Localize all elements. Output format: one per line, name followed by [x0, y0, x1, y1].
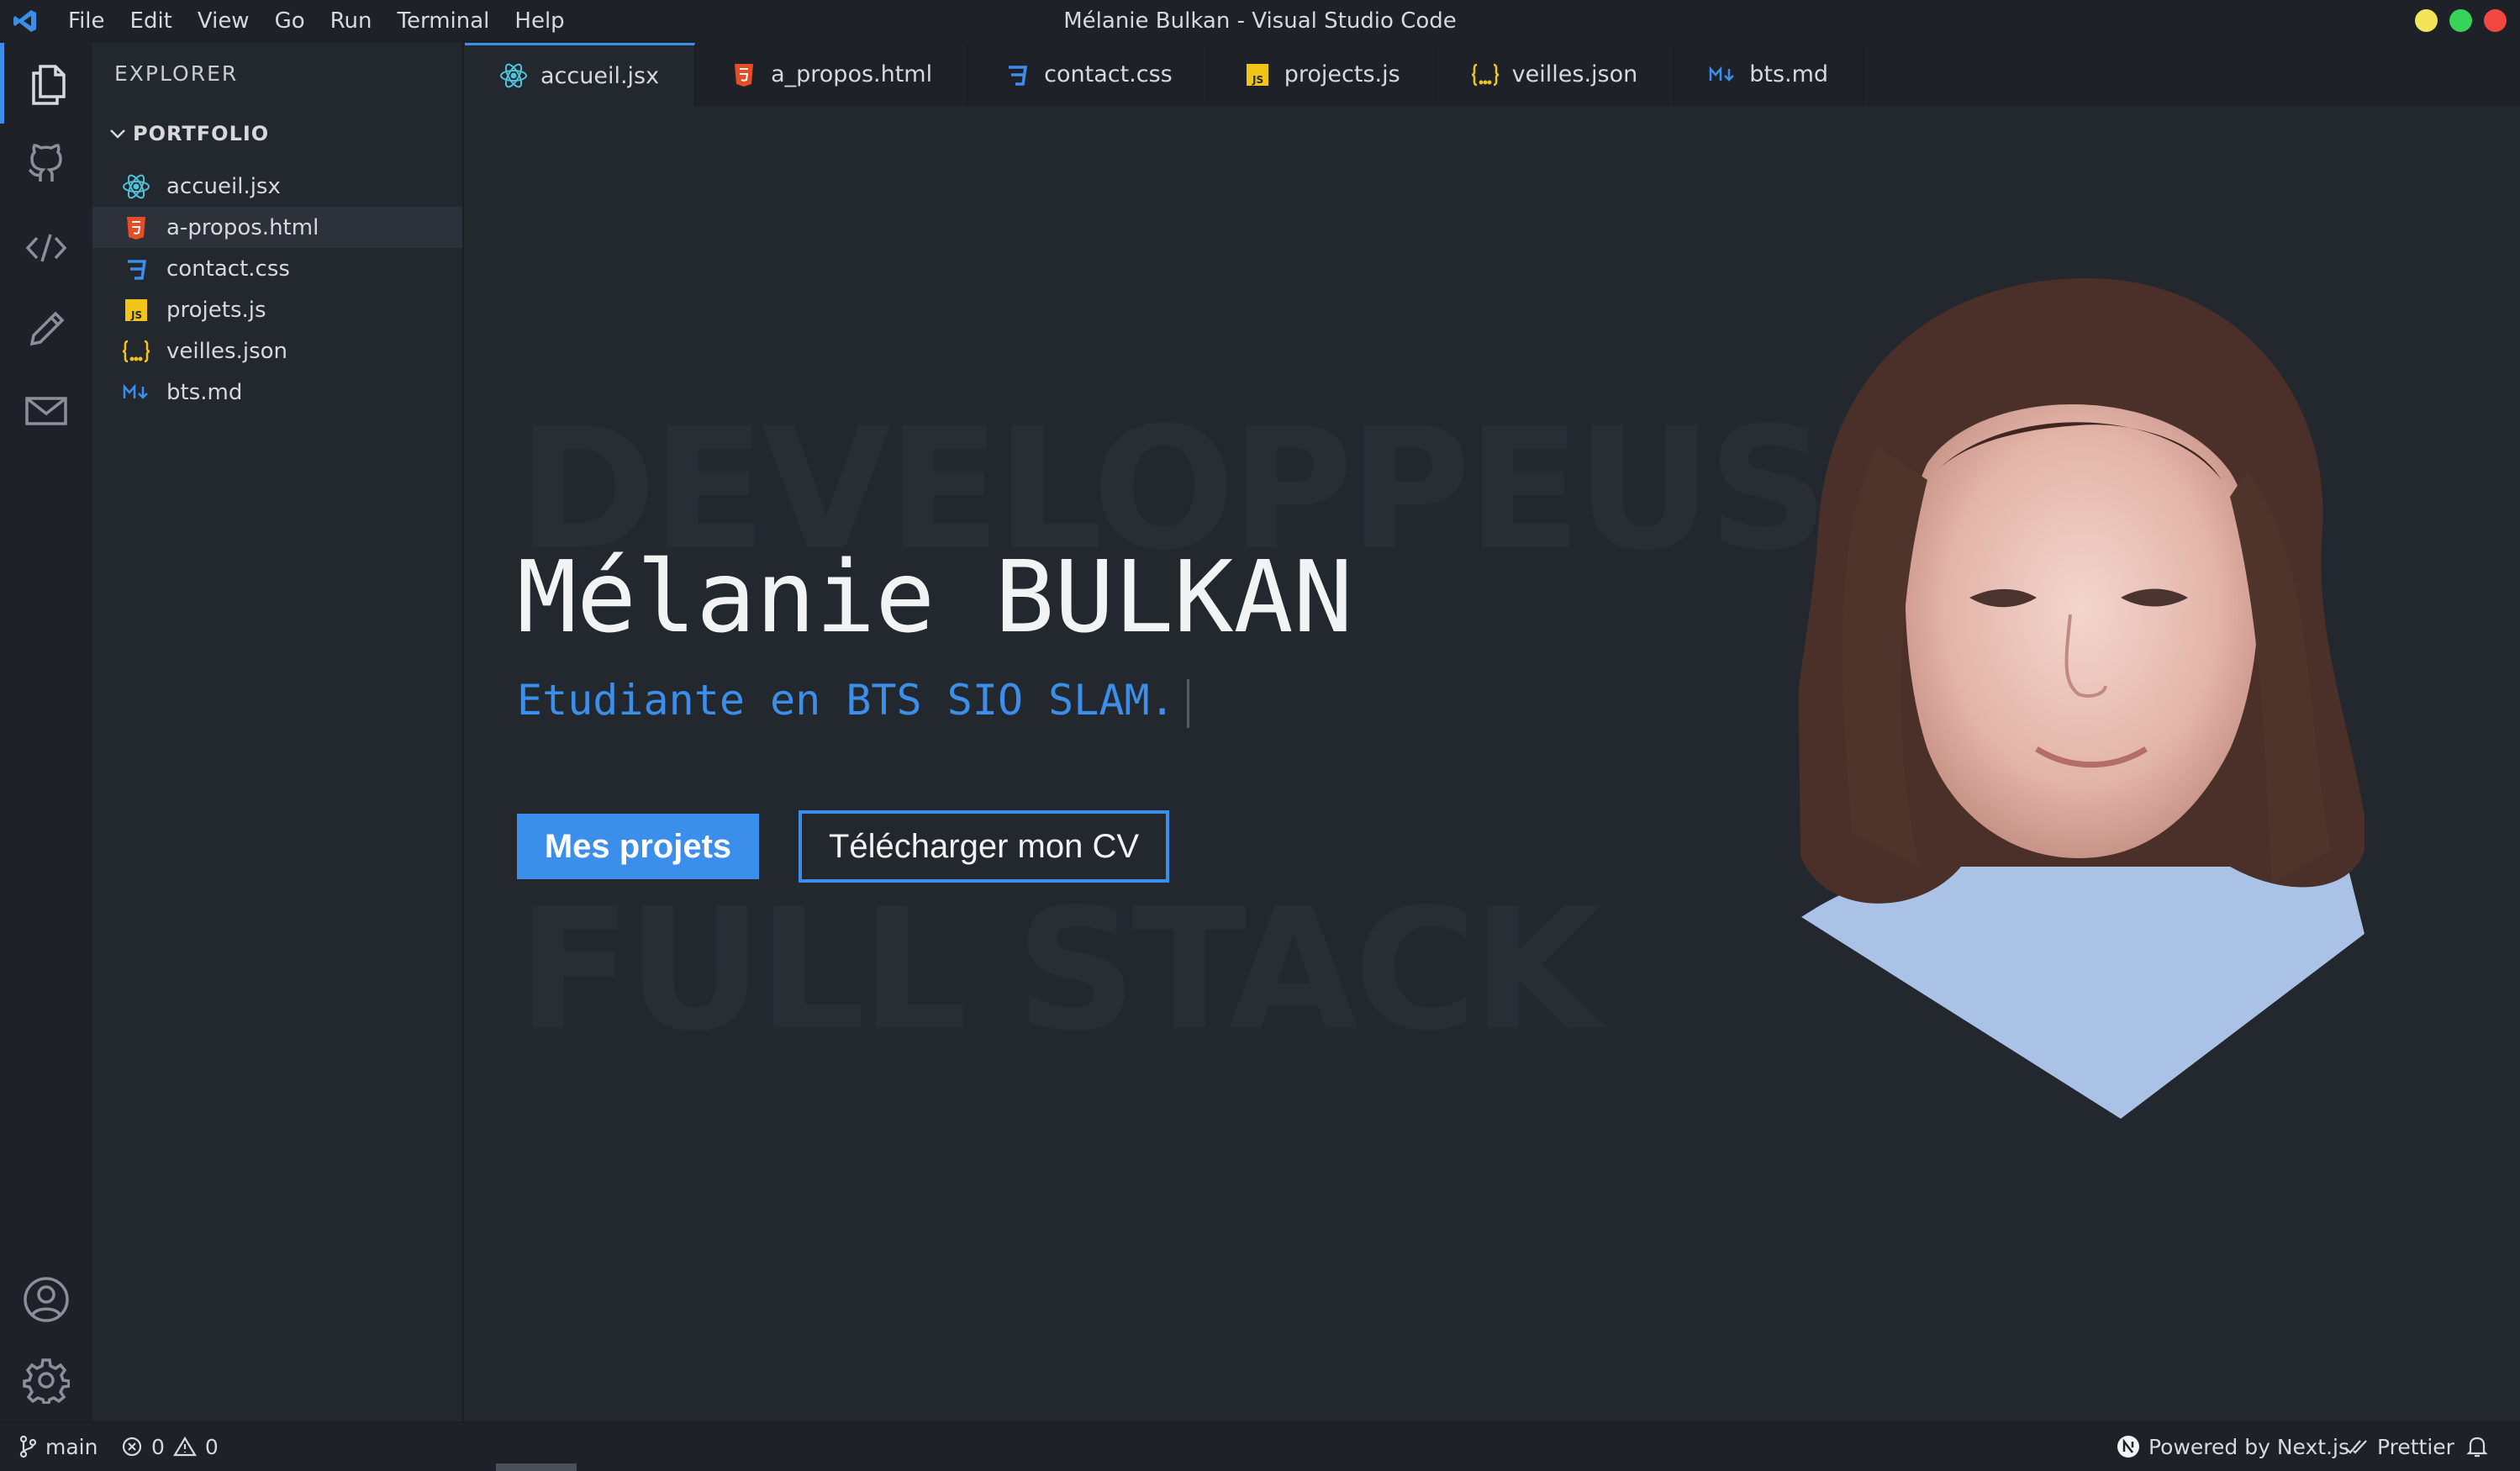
- tab-a-propos[interactable]: a_propos.html: [695, 43, 969, 106]
- settings-icon[interactable]: [0, 1340, 92, 1421]
- warning-count: 0: [204, 1434, 219, 1459]
- error-count: 0: [151, 1434, 165, 1459]
- file-name: projets.js: [166, 297, 266, 323]
- tab-label: veilles.json: [1511, 61, 1638, 87]
- tab-label: accueil.jsx: [540, 62, 660, 89]
- close-button[interactable]: [2484, 9, 2507, 32]
- title-bar: File Edit View Go Run Terminal Help Méla…: [0, 0, 2520, 42]
- chevron-down-icon: [110, 129, 125, 139]
- html-icon: [119, 211, 153, 245]
- vscode-logo-icon: [10, 6, 40, 36]
- account-icon[interactable]: [0, 1259, 92, 1340]
- file-item-bts[interactable]: bts.md: [92, 372, 462, 413]
- hero-name: Mélanie BULKAN: [517, 539, 1353, 655]
- git-branch-icon: [19, 1435, 37, 1458]
- html-icon: [727, 58, 761, 92]
- file-item-accueil[interactable]: accueil.jsx: [92, 166, 462, 207]
- menu-view[interactable]: View: [185, 0, 262, 42]
- css-icon: [119, 252, 153, 286]
- problems-indicator[interactable]: 0 0: [121, 1435, 219, 1459]
- tab-projects[interactable]: JS projects.js: [1209, 43, 1437, 106]
- file-tree: accueil.jsx a-propos.html contact.css JS…: [92, 166, 462, 413]
- markdown-icon: [1705, 58, 1739, 92]
- css-icon: [1000, 58, 1034, 92]
- files-icon[interactable]: [0, 43, 92, 124]
- portrait-photo: [1793, 278, 2364, 1119]
- background-word-full-stack: FULL STACK: [517, 873, 1602, 1068]
- tab-contact[interactable]: contact.css: [968, 43, 1209, 106]
- pencil-icon[interactable]: [0, 289, 92, 370]
- prettier-indicator[interactable]: Prettier: [2343, 1435, 2454, 1459]
- branch-indicator[interactable]: main: [18, 1435, 98, 1459]
- svg-text:JS: JS: [1252, 74, 1263, 86]
- file-item-projets[interactable]: JS projets.js: [92, 289, 462, 330]
- activity-bar: [0, 43, 92, 1421]
- tab-accueil[interactable]: accueil.jsx: [465, 43, 696, 106]
- file-item-veilles[interactable]: veilles.json: [92, 330, 462, 372]
- file-item-a-propos[interactable]: a-propos.html: [92, 207, 462, 248]
- svg-text:JS: JS: [130, 309, 142, 321]
- status-bar: main 0 0 Powered by Next.js Prettier: [0, 1421, 2520, 1471]
- json-icon: [1468, 58, 1502, 92]
- code-icon[interactable]: [0, 208, 92, 288]
- react-icon: [497, 59, 530, 92]
- file-name: contact.css: [166, 256, 290, 282]
- file-name: bts.md: [166, 379, 243, 405]
- menu-run[interactable]: Run: [318, 0, 385, 42]
- file-name: accueil.jsx: [166, 173, 281, 199]
- menu-terminal[interactable]: Terminal: [385, 0, 503, 42]
- prettier-label: Prettier: [2377, 1434, 2454, 1459]
- maximize-button[interactable]: [2449, 9, 2472, 32]
- nextjs-icon: [2117, 1436, 2139, 1458]
- powered-by[interactable]: Powered by Next.js: [2117, 1435, 2349, 1459]
- hero-subtitle: Etudiante en BTS SIO SLAM.: [517, 676, 1189, 728]
- explorer-title: EXPLORER: [114, 61, 239, 86]
- tab-label: bts.md: [1749, 61, 1829, 87]
- file-name: a-propos.html: [166, 214, 319, 240]
- menu-go[interactable]: Go: [262, 0, 318, 42]
- subtitle-text: Etudiante en BTS SIO SLAM.: [517, 676, 1175, 725]
- projects-button[interactable]: Mes projets: [517, 814, 759, 879]
- notifications-bell-icon[interactable]: [2466, 1435, 2488, 1458]
- error-icon: [122, 1437, 142, 1457]
- folder-name: PORTFOLIO: [133, 122, 270, 145]
- folder-header[interactable]: PORTFOLIO: [108, 122, 269, 145]
- js-icon: JS: [119, 293, 153, 327]
- horizontal-scrollbar[interactable]: [496, 1463, 577, 1471]
- warning-icon: [172, 1436, 197, 1457]
- branch-name: main: [45, 1434, 98, 1459]
- file-name: veilles.json: [166, 338, 288, 364]
- tab-veilles[interactable]: veilles.json: [1437, 43, 1674, 106]
- tab-bts[interactable]: bts.md: [1674, 43, 1865, 106]
- mail-icon[interactable]: [0, 371, 92, 451]
- menu-help[interactable]: Help: [502, 0, 577, 42]
- text-caret: [1186, 678, 1189, 728]
- menu-edit[interactable]: Edit: [118, 0, 185, 42]
- menu-bar: File Edit View Go Run Terminal Help: [55, 0, 577, 42]
- json-icon: [119, 335, 153, 368]
- react-icon: [119, 170, 153, 203]
- minimize-button[interactable]: [2415, 9, 2438, 32]
- js-icon: JS: [1241, 58, 1274, 92]
- tab-bar: accueil.jsx a_propos.html contact.css JS…: [465, 43, 2520, 106]
- download-cv-button[interactable]: Télécharger mon CV: [799, 810, 1169, 883]
- tab-label: a_propos.html: [771, 61, 933, 87]
- markdown-icon: [119, 376, 153, 409]
- menu-file[interactable]: File: [55, 0, 118, 42]
- tab-label: projects.js: [1284, 61, 1400, 87]
- powered-by-text: Powered by Next.js: [2148, 1434, 2350, 1459]
- explorer-sidebar: EXPLORER PORTFOLIO accueil.jsx a-propos.…: [92, 43, 464, 1421]
- github-icon[interactable]: [0, 124, 92, 204]
- window-controls: [2415, 9, 2507, 32]
- double-check-icon: [2344, 1440, 2367, 1454]
- editor-area: DEVELOPPEUSE FULL STACK Mélanie BULKAN E…: [465, 106, 2520, 1421]
- tab-label: contact.css: [1044, 61, 1173, 87]
- file-item-contact[interactable]: contact.css: [92, 248, 462, 289]
